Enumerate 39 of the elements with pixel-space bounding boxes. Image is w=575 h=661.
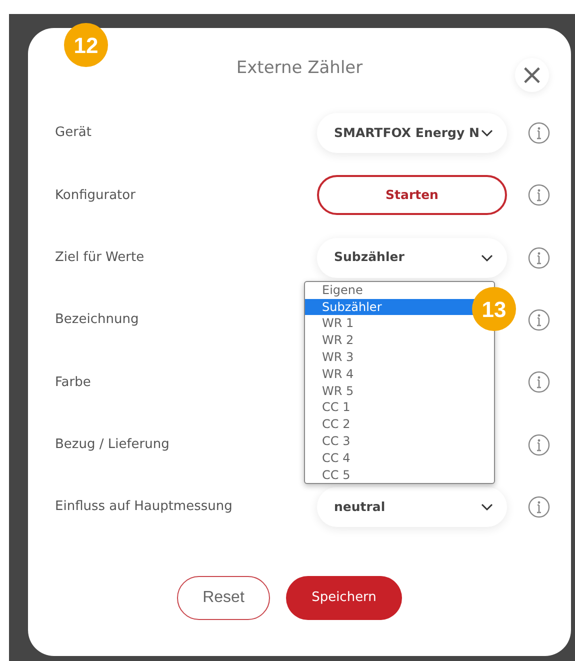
select-field[interactable]: SMARTFOX Energy N [317, 113, 507, 154]
dropdown-option[interactable]: WR 4 [305, 366, 457, 383]
field-label: Konfigurator [55, 186, 136, 205]
field-label: Ziel für Werte [55, 248, 146, 267]
chevron-down-icon [481, 502, 493, 511]
info-icon[interactable] [528, 434, 550, 456]
chevron-down-icon [481, 129, 493, 138]
info-icon[interactable] [528, 246, 550, 269]
info-icon[interactable] [528, 496, 550, 518]
dropdown-option[interactable]: Eigene [305, 282, 457, 299]
info-icon[interactable] [528, 371, 550, 394]
field-label: Einfluss auf Hauptmessung [55, 498, 234, 516]
dropdown-option[interactable]: Subzähler [305, 298, 457, 316]
field-label: Gerät [55, 124, 92, 142]
chevron-down-icon [481, 254, 493, 262]
dropdown-option[interactable]: WR 5 [305, 382, 457, 400]
info-icon[interactable] [528, 184, 550, 206]
select-field[interactable]: Subzähler [317, 238, 507, 278]
save-button[interactable]: Speichern [286, 576, 402, 620]
dialog-title: Externe Zähler [236, 57, 363, 80]
dropdown-option[interactable]: WR 1 [305, 315, 457, 332]
dropdown-option[interactable]: CC 5 [305, 466, 457, 484]
field-label: Farbe [55, 374, 92, 392]
close-button[interactable]: × [515, 58, 549, 92]
field-label: Bezug / Lieferung [55, 436, 170, 454]
dropdown-option[interactable]: CC 3 [305, 433, 457, 450]
step-number-tooltip: 13 [472, 287, 516, 331]
dropdown-option[interactable]: WR 2 [305, 332, 457, 350]
info-icon[interactable] [528, 122, 550, 144]
step-number-tooltip: 12 [64, 23, 108, 67]
start-button[interactable]: Starten [317, 175, 507, 216]
dropdown-option[interactable]: WR 3 [305, 349, 457, 366]
reset-button[interactable]: Reset [177, 576, 270, 620]
dropdown-option[interactable]: CC 1 [305, 399, 457, 416]
dropdown-option[interactable]: CC 4 [305, 450, 457, 467]
select-field[interactable]: neutral [317, 486, 507, 527]
dropdown-option[interactable]: CC 2 [305, 416, 457, 434]
info-icon[interactable] [528, 309, 550, 332]
field-label: Bezeichnung [55, 311, 140, 330]
